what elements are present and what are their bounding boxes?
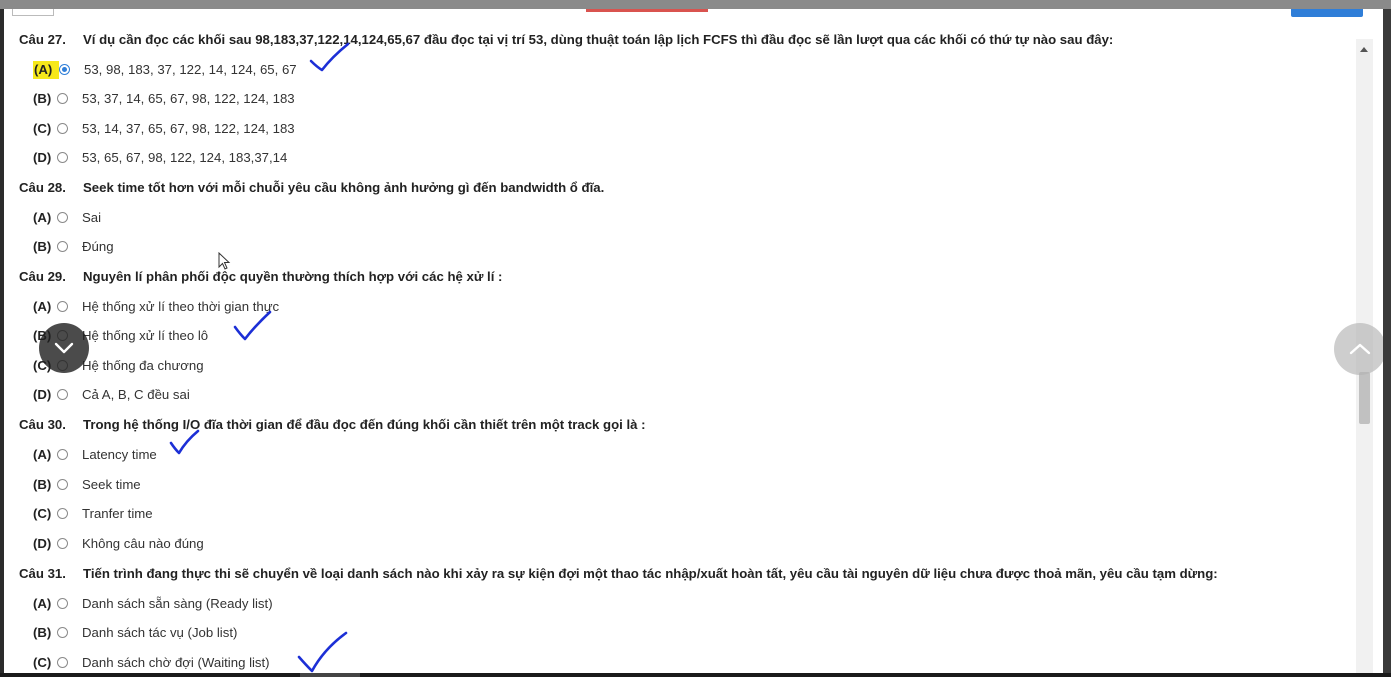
option-letter: (D) [33, 150, 52, 165]
option-letter: (A) [33, 61, 59, 79]
radio-button[interactable] [57, 123, 68, 134]
radio-button[interactable] [57, 479, 68, 490]
pen-checkmark-icon [169, 429, 200, 455]
option-text: Danh sách chờ đợi (Waiting list) [82, 655, 270, 670]
window-bottom-edge [0, 673, 1391, 677]
radio-button[interactable] [57, 241, 68, 252]
option-29-d[interactable]: (D) Cả A, B, C đều sai [33, 386, 190, 404]
option-letter: (A) [33, 596, 52, 611]
radio-button[interactable] [57, 598, 68, 609]
window-top-frame [0, 0, 1391, 9]
bottom-edge-marker [300, 673, 360, 677]
pen-checkmark-icon [309, 42, 350, 72]
question-30: Câu 30. Trong hệ thống I/O đĩa thời gian … [19, 417, 646, 432]
radio-button[interactable] [57, 389, 68, 400]
option-31-b[interactable]: (B) Danh sách tác vụ (Job list) [33, 624, 237, 642]
question-text: Nguyên lí phân phối độc quyền thường thí… [83, 269, 503, 284]
option-31-c[interactable]: (C) Danh sách chờ đợi (Waiting list) [33, 654, 270, 672]
option-text: Tranfer time [82, 506, 153, 521]
option-text: Hệ thống xử lí theo lô [82, 328, 209, 343]
option-letter: (D) [33, 536, 52, 551]
question-number: Câu 29. [19, 269, 66, 284]
mouse-cursor-icon [218, 252, 231, 270]
option-letter: (B) [33, 625, 52, 640]
quiz-viewport: Câu 27. Ví dụ cần đọc các khối sau 98,183… [4, 9, 1383, 673]
radio-button[interactable] [57, 657, 68, 668]
chevron-down-icon [54, 342, 74, 354]
option-letter: (B) [33, 477, 52, 492]
radio-button[interactable] [57, 508, 68, 519]
radio-button[interactable] [57, 152, 68, 163]
question-number: Câu 30. [19, 417, 66, 432]
radio-button[interactable] [57, 538, 68, 549]
progress-indicator [586, 9, 708, 12]
option-letter: (C) [33, 121, 52, 136]
option-31-a[interactable]: (A) Danh sách sẵn sàng (Ready list) [33, 595, 273, 613]
option-28-b[interactable]: (B) Đúng [33, 238, 114, 256]
option-text: Cả A, B, C đều sai [82, 387, 190, 402]
scroll-up-button[interactable] [1334, 323, 1386, 375]
option-28-a[interactable]: (A) Sai [33, 209, 101, 227]
option-text: 53, 98, 183, 37, 122, 14, 124, 65, 67 [84, 62, 297, 77]
option-letter: (B) [33, 91, 52, 106]
option-text: Hệ thống đa chương [82, 358, 204, 373]
option-text: 53, 37, 14, 65, 67, 98, 122, 124, 183 [82, 91, 295, 106]
option-27-a[interactable]: (A) 53, 98, 183, 37, 122, 14, 124, 65, 67 [33, 61, 297, 79]
option-30-d[interactable]: (D) Không câu nào đúng [33, 535, 204, 553]
question-number: Câu 28. [19, 180, 66, 195]
option-text: Latency time [82, 447, 157, 462]
radio-button[interactable] [57, 93, 68, 104]
option-text: 53, 14, 37, 65, 67, 98, 122, 124, 183 [82, 121, 295, 136]
scroll-down-button[interactable] [39, 323, 89, 373]
scroll-arrow-up-icon[interactable] [1360, 47, 1368, 52]
option-letter: (A) [33, 447, 52, 462]
option-text: Danh sách sẵn sàng (Ready list) [82, 596, 273, 611]
option-27-d[interactable]: (D) 53, 65, 67, 98, 122, 124, 183,37,14 [33, 149, 287, 167]
chevron-up-icon [1349, 343, 1371, 355]
window-right-edge [1383, 9, 1391, 673]
option-text: Danh sách tác vụ (Job list) [82, 625, 238, 640]
top-tab[interactable] [12, 9, 54, 16]
question-text: Seek time tốt hơn với mỗi chuỗi yêu cầu … [83, 180, 605, 195]
question-27: Câu 27. Ví dụ cần đọc các khối sau 98,183… [19, 32, 1113, 47]
option-text: 53, 65, 67, 98, 122, 124, 183,37,14 [82, 150, 288, 165]
question-31: Câu 31. Tiến trình đang thực thi sẽ chuyể… [19, 566, 1218, 581]
radio-button[interactable] [57, 449, 68, 460]
top-toolbar-strip [4, 9, 1383, 17]
option-27-c[interactable]: (C) 53, 14, 37, 65, 67, 98, 122, 124, 183 [33, 120, 295, 138]
question-number: Câu 27. [19, 32, 66, 47]
option-letter: (A) [33, 299, 52, 314]
question-text: Tiến trình đang thực thi sẽ chuyển về lo… [83, 566, 1218, 581]
radio-button[interactable] [59, 64, 70, 75]
question-29: Câu 29. Nguyên lí phân phối độc quyền thư… [19, 269, 502, 284]
option-30-b[interactable]: (B) Seek time [33, 476, 141, 494]
option-27-b[interactable]: (B) 53, 37, 14, 65, 67, 98, 122, 124, 183 [33, 90, 295, 108]
option-30-a[interactable]: (A) Latency time [33, 446, 157, 464]
question-28: Câu 28. Seek time tốt hơn với mỗi chuỗi y… [19, 180, 604, 195]
option-text: Seek time [82, 477, 141, 492]
option-text: Sai [82, 210, 102, 225]
option-30-c[interactable]: (C) Tranfer time [33, 505, 153, 523]
question-text: Ví dụ cần đọc các khối sau 98,183,37,122… [83, 32, 1114, 47]
radio-button[interactable] [57, 627, 68, 638]
option-letter: (A) [33, 210, 52, 225]
radio-button[interactable] [57, 301, 68, 312]
scrollbar-thumb[interactable] [1359, 372, 1370, 424]
option-letter: (B) [33, 239, 52, 254]
submit-button[interactable] [1291, 9, 1363, 17]
option-text: Đúng [82, 239, 114, 254]
pen-checkmark-icon [233, 310, 272, 341]
option-text: Không câu nào đúng [82, 536, 204, 551]
option-letter: (D) [33, 387, 52, 402]
radio-button[interactable] [57, 212, 68, 223]
question-number: Câu 31. [19, 566, 66, 581]
option-letter: (C) [33, 655, 52, 670]
option-letter: (C) [33, 506, 52, 521]
pen-checkmark-icon [297, 631, 348, 673]
